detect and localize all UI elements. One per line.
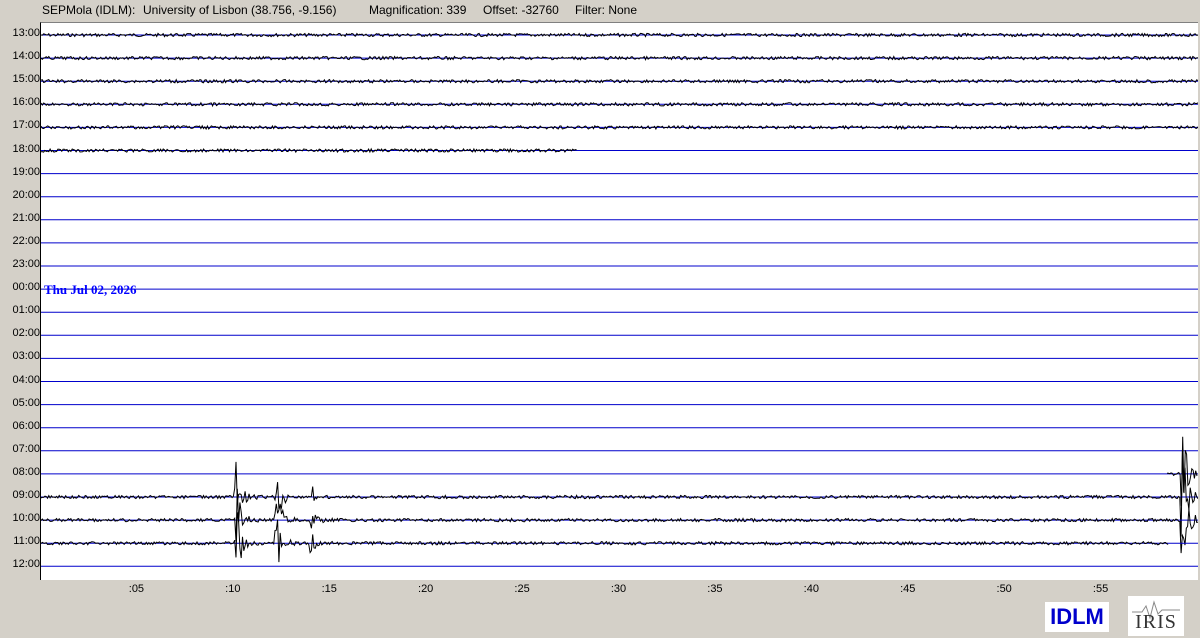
x-tick-5: :05 <box>128 583 145 595</box>
header-bar: SEPMola (IDLM): University of Lisbon (38… <box>0 0 1200 20</box>
row-label-0000: 00:00 <box>12 281 40 294</box>
row-label-0700: 07:00 <box>12 442 40 455</box>
x-tick-30: :30 <box>610 583 627 595</box>
row-label-2100: 21:00 <box>12 211 40 224</box>
row-label-2200: 22:00 <box>12 234 40 247</box>
row-label-0400: 04:00 <box>12 373 40 386</box>
row-label-0800: 08:00 <box>12 465 40 478</box>
date-annotation: Thu Jul 02, 2026 <box>44 282 137 297</box>
row-label-1700: 17:00 <box>12 119 40 132</box>
x-tick-50: :50 <box>996 583 1012 595</box>
offset-readout: Offset: -32760 <box>483 3 559 17</box>
row-label-1600: 16:00 <box>12 96 40 109</box>
row-label-0500: 05:00 <box>12 396 40 409</box>
x-tick-40: :40 <box>803 583 819 595</box>
row-label-1300: 13:00 <box>12 27 40 39</box>
row-label-1100: 11:00 <box>13 535 40 548</box>
row-label-1500: 15:00 <box>12 73 40 86</box>
helicorder-plot <box>40 22 1198 580</box>
filter-readout: Filter: None <box>575 3 638 17</box>
x-tick-35: :35 <box>707 583 723 595</box>
row-label-0100: 01:00 <box>12 304 40 317</box>
row-label-1400: 14:00 <box>12 50 40 63</box>
x-tick-25: :25 <box>514 583 530 595</box>
x-tick-45: :45 <box>900 583 916 595</box>
x-tick-20: :20 <box>418 583 434 595</box>
iris-logo: IRIS <box>1128 596 1184 636</box>
row-label-2000: 20:00 <box>12 188 40 201</box>
row-label-0900: 09:00 <box>12 489 40 501</box>
row-label-0200: 02:00 <box>12 327 40 340</box>
station-logo: IDLM <box>1045 602 1109 632</box>
row-label-0300: 03:00 <box>12 350 40 363</box>
magnification-readout: Magnification: 339 <box>369 3 467 17</box>
x-tick-55: :55 <box>1092 583 1109 595</box>
station-name: SEPMola (IDLM): <box>42 3 136 17</box>
row-labels: 13:00 14:00 15:00 16:00 17:00 18:00 19:00 20:00… <box>0 22 40 579</box>
iris-logo-text: IRIS <box>1135 611 1177 633</box>
station-location: University of Lisbon (38.756, -9.156) <box>143 3 337 17</box>
x-tick-10: :10 <box>225 583 241 595</box>
seismogram-svg <box>41 32 1198 567</box>
row-label-1800: 18:00 <box>12 142 40 155</box>
x-axis-ticks: :05 :10 :15 :20 :25 :30 :35 :40 :45 :50 :55 <box>40 579 1197 599</box>
row-label-1000: 10:00 <box>12 512 40 525</box>
row-label-0600: 06:00 <box>12 419 40 432</box>
row-label-1200: 12:00 <box>12 558 40 571</box>
x-tick-15: :15 <box>321 583 337 595</box>
row-label-2300: 23:00 <box>12 258 40 270</box>
trace-0900 <box>41 450 1198 537</box>
row-label-1900: 19:00 <box>12 165 40 178</box>
